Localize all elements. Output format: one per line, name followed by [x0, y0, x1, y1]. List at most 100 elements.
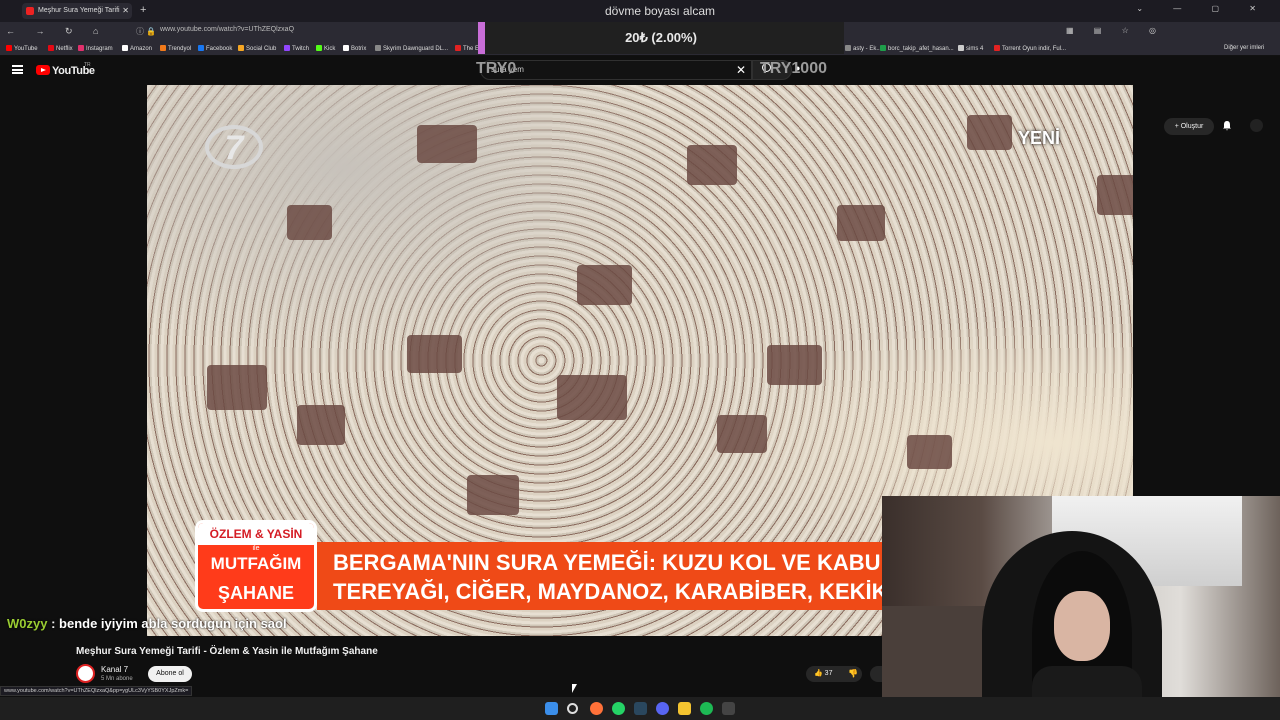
spotify-icon[interactable]: [700, 702, 713, 715]
create-label: Oluştur: [1180, 123, 1204, 130]
bookmark-favicon-icon: [343, 45, 349, 51]
bookmark-favicon-icon: [845, 45, 851, 51]
bookmark-favicon-icon: [238, 45, 244, 51]
donation-text: 20₺ (2.00%): [625, 30, 697, 45]
bookmark-label: Instagram: [86, 46, 113, 52]
like-count: 37: [824, 670, 833, 677]
bookmark-item[interactable]: Trendyol: [160, 45, 191, 52]
search-box[interactable]: sura yem ✕: [480, 60, 752, 80]
bookmark-item[interactable]: Skyrim Dawnguard DL...: [375, 45, 448, 52]
food-detail: [687, 145, 737, 185]
browser-tab-bar: Meşhur Sura Yemeği Tarifi ✕ + dövme boya…: [0, 0, 1280, 22]
discord-icon[interactable]: [656, 702, 669, 715]
toolbar-icons[interactable]: ▦ ▤ ☆ ◎: [1066, 26, 1165, 35]
account-avatar[interactable]: [1250, 119, 1263, 132]
thumbs-down-icon[interactable]: 👎: [848, 669, 858, 678]
bookmark-favicon-icon: [455, 45, 461, 51]
show-logo-hosts: ÖZLEM & YASİN: [198, 523, 314, 545]
food-detail: [297, 405, 345, 445]
bookmark-favicon-icon: [48, 45, 54, 51]
start-icon[interactable]: [545, 702, 558, 715]
status-bar-url: www.youtube.com/watch?v=UThZEQlzxaQ&pp=y…: [0, 686, 193, 696]
bookmark-item[interactable]: Torrent Oyun indir, Ful...: [994, 45, 1066, 52]
file-explorer-icon[interactable]: [678, 702, 691, 715]
create-button[interactable]: + Oluştur: [1164, 118, 1214, 135]
tab-title: Meşhur Sura Yemeği Tarifi: [38, 7, 120, 14]
bookmark-label: Netflix: [56, 46, 73, 52]
bookmark-label: borc_takip_afet_hasan...: [888, 46, 954, 52]
bookmark-favicon-icon: [958, 45, 964, 51]
site-info-icon[interactable]: ⓘ 🔒: [136, 26, 156, 37]
bookmark-label: Botrix: [351, 46, 367, 52]
bookmark-favicon-icon: [78, 45, 84, 51]
windows-taskbar: [0, 697, 1280, 720]
subscriber-count: 5 Mn abone: [101, 676, 133, 682]
nav-buttons[interactable]: ← → ↻ ⌂: [6, 26, 107, 37]
bookmark-label: Kick: [324, 46, 336, 52]
bookmark-item[interactable]: Netflix: [48, 45, 73, 52]
bookmark-label: Twitch: [292, 46, 310, 52]
bookmark-favicon-icon: [198, 45, 204, 51]
bookmark-favicon-icon: [375, 45, 381, 51]
hamburger-menu-icon[interactable]: [12, 65, 23, 74]
webcam-overlay: [882, 496, 1280, 720]
bookmark-item[interactable]: borc_takip_afet_hasan...: [880, 45, 954, 52]
food-detail: [417, 125, 477, 163]
search-icon[interactable]: [567, 703, 578, 714]
bookmark-label: YouTube: [14, 46, 38, 52]
whatsapp-icon[interactable]: [612, 702, 625, 715]
youtube-logo-icon[interactable]: [36, 65, 50, 75]
donation-alert: 20₺ (2.00%): [478, 22, 844, 54]
bookmark-item[interactable]: asty - Ek...: [845, 45, 881, 52]
notifications-bell-icon[interactable]: [1222, 120, 1232, 131]
bookmark-item[interactable]: sims 4: [958, 45, 983, 52]
food-detail: [767, 345, 822, 385]
food-detail: [1097, 175, 1133, 215]
donation-goal-start: TRY0: [476, 60, 517, 77]
close-tab-icon[interactable]: ✕: [122, 3, 129, 19]
bookmark-item[interactable]: Social Club: [238, 45, 276, 52]
thumbs-up-icon: 👍: [814, 670, 823, 677]
channel-avatar[interactable]: [76, 664, 95, 683]
bookmark-item[interactable]: The E: [455, 45, 479, 52]
new-tab-button[interactable]: +: [140, 4, 146, 16]
food-detail: [557, 375, 627, 420]
steam-icon[interactable]: [634, 702, 647, 715]
bookmark-favicon-icon: [6, 45, 12, 51]
channel-name[interactable]: Kanal 7: [101, 665, 128, 674]
bookmark-favicon-icon: [122, 45, 128, 51]
browser-tab-active[interactable]: Meşhur Sura Yemeği Tarifi ✕: [22, 3, 132, 19]
bookmark-item[interactable]: YouTube: [6, 45, 38, 52]
chat-username: W0zyy: [7, 616, 48, 631]
youtube-favicon-icon: [26, 7, 34, 15]
ticker-line-2: TEREYAĞI, CİĞER, MAYDANOZ, KARABİBER, KE…: [333, 579, 882, 604]
food-detail: [967, 115, 1012, 150]
bookmark-item[interactable]: Botrix: [343, 45, 366, 52]
bookmark-item[interactable]: Kick: [316, 45, 335, 52]
bookmark-label: Torrent Oyun indir, Ful...: [1002, 46, 1067, 52]
bookmark-favicon-icon: [880, 45, 886, 51]
bookmark-favicon-icon: [160, 45, 166, 51]
chat-message: W0zyy : bende iyiyim abla sordugun için …: [7, 616, 287, 631]
bookmark-label: Skyrim Dawnguard DL...: [383, 46, 449, 52]
show-logo: ÖZLEM & YASİN ile MUTFAĞIM ŞAHANE: [195, 520, 317, 612]
food-detail: [837, 205, 885, 241]
other-bookmarks-folder[interactable]: Diğer yer imleri: [1224, 45, 1264, 51]
bookmark-item[interactable]: Twitch: [284, 45, 309, 52]
bookmark-item[interactable]: Amazon: [122, 45, 152, 52]
subscribe-button[interactable]: Abone ol: [148, 666, 192, 682]
bookmark-item[interactable]: Instagram: [78, 45, 113, 52]
obs-icon[interactable]: [722, 702, 735, 715]
bookmark-label: Social Club: [246, 46, 277, 52]
window-controls[interactable]: ⌄ — ▢ ✕: [1136, 4, 1270, 13]
bookmark-label: Facebook: [206, 46, 233, 52]
bookmark-item[interactable]: Facebook: [198, 45, 232, 52]
show-logo-ile: ile: [252, 545, 260, 552]
bookmark-label: The E: [463, 46, 480, 52]
firefox-icon[interactable]: [590, 702, 603, 715]
clear-search-icon[interactable]: ✕: [736, 63, 746, 77]
bookmark-favicon-icon: [994, 45, 1000, 51]
bookmark-favicon-icon: [316, 45, 322, 51]
food-detail: [907, 435, 952, 469]
address-bar[interactable]: www.youtube.com/watch?v=UThZEQlzxaQ: [160, 26, 294, 33]
